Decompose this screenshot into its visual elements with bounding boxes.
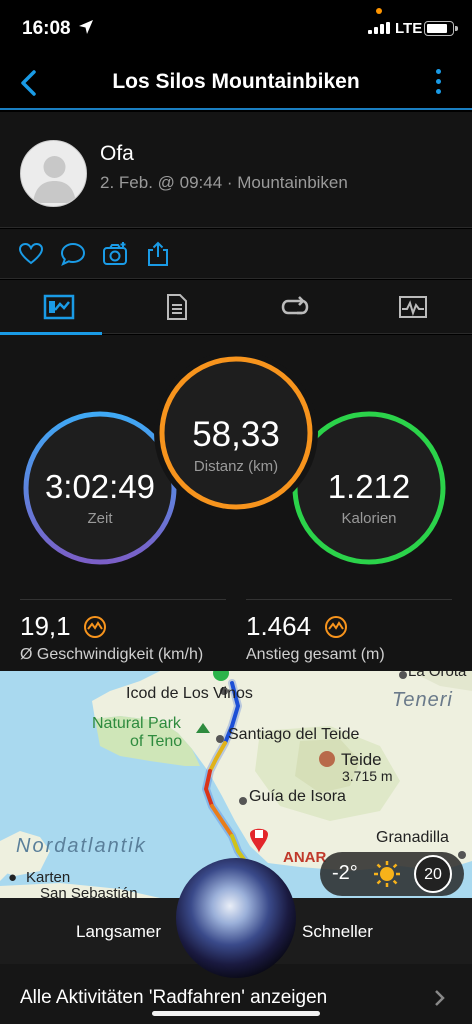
sun-icon — [374, 861, 400, 887]
faster-button[interactable]: Schneller — [302, 922, 373, 942]
time-label: Zeit — [87, 510, 113, 527]
ascent-value: 1.464 — [246, 611, 312, 641]
user-silhouette-icon — [33, 156, 76, 203]
tab-overview[interactable] — [0, 280, 118, 335]
time-value: 3:02:49 — [44, 468, 156, 505]
avg-speed-value: 19,1 — [20, 611, 71, 641]
ascent-stat: 1.464 Anstieg gesamt (m) — [246, 611, 385, 664]
tab-laps[interactable] — [236, 280, 354, 334]
stats-panel: 3:02:49 Zeit 58,33 Distanz (km) 1.212 Ka… — [0, 335, 472, 671]
distance-stat: 58,33 Distanz (km) — [162, 359, 310, 507]
comment-bubble-icon[interactable] — [60, 241, 86, 267]
page-title: Los Silos Mountainbiken — [112, 70, 360, 93]
distance-value: 58,33 — [192, 415, 280, 454]
map-label-granadilla: Granadilla — [376, 829, 449, 846]
performance-badge-icon — [84, 615, 107, 638]
status-time: 16:08 — [22, 18, 71, 39]
time-stat: 3:02:49 Zeit — [26, 414, 174, 562]
home-indicator[interactable] — [152, 1011, 320, 1016]
status-bar: 16:08 LTE — [0, 0, 472, 56]
map-label-santiago: Santiago del Teide — [228, 726, 360, 743]
overview-chart-icon — [43, 294, 75, 320]
like-heart-icon[interactable] — [18, 241, 44, 267]
back-arrow-icon[interactable] — [14, 68, 46, 98]
weather-widget: -2° 20 — [320, 852, 464, 896]
divider — [20, 599, 226, 600]
battery-icon — [424, 21, 458, 36]
map-label-orotava: La Orota — [408, 671, 467, 680]
nav-bar: Los Silos Mountainbiken — [0, 56, 472, 110]
network-type: LTE — [395, 20, 423, 37]
add-photo-camera-icon[interactable] — [102, 241, 128, 267]
map-label-natural-park: Natural Park — [92, 715, 181, 732]
more-menu-icon[interactable] — [434, 69, 442, 97]
avg-speed-label: Ø Geschwindigkeit (km/h) — [20, 646, 204, 663]
calories-value: 1.212 — [327, 468, 411, 505]
tab-details[interactable] — [118, 280, 236, 334]
map-label-teide-height: 3.715 m — [342, 768, 393, 784]
air-quality-value: 20 — [424, 866, 442, 883]
heart-rate-chart-icon — [399, 296, 427, 318]
avatar[interactable] — [20, 140, 87, 207]
action-bar — [0, 229, 472, 279]
calories-label: Kalorien — [341, 510, 397, 527]
signal-icon — [368, 22, 390, 34]
ascent-label: Anstieg gesamt (m) — [246, 646, 385, 663]
avg-speed-stat: 19,1 Ø Geschwindigkeit (km/h) — [20, 611, 203, 664]
tab-charts[interactable] — [354, 280, 472, 334]
activity-meta: 2. Feb. @ 09:44 · Mountainbiken — [100, 173, 348, 192]
map-label-icod: Icod de Los Vinos — [126, 685, 253, 702]
location-arrow-icon — [79, 20, 93, 34]
siri-orb-icon[interactable] — [176, 858, 296, 978]
bottom-panel: Langsamer Schneller Alle Aktivitäten 'Ra… — [0, 858, 472, 1024]
air-quality-badge: 20 — [414, 855, 452, 893]
tab-bar — [0, 280, 472, 335]
recording-dot-icon — [376, 8, 382, 14]
user-name[interactable]: Ofa — [100, 142, 134, 166]
distance-label: Distanz (km) — [193, 458, 279, 475]
activity-header: Ofa 2. Feb. @ 09:44 · Mountainbiken — [0, 112, 472, 228]
divider — [246, 599, 452, 600]
all-activities-label: Alle Aktivitäten 'Radfahren' anzeigen — [20, 987, 328, 1008]
laps-loop-icon — [281, 296, 309, 315]
map-label-ocean: Nordatlantik — [16, 835, 147, 857]
map-label-san-sebastian: San Sebastián — [40, 885, 138, 898]
document-list-icon — [167, 294, 187, 320]
map-label-town: ANAR — [283, 849, 327, 866]
share-icon[interactable] — [145, 241, 171, 267]
calories-stat: 1.212 Kalorien — [295, 414, 443, 562]
slower-button[interactable]: Langsamer — [76, 922, 161, 942]
map-label-teide: Teide — [341, 750, 382, 769]
map-label-island: Teneri — [392, 689, 453, 711]
map-label-karten: Karten — [26, 869, 71, 886]
map-label-of-teno: of Teno — [130, 733, 183, 750]
weather-temp: -2° — [332, 862, 358, 884]
performance-badge-icon — [324, 615, 347, 638]
chevron-right-icon — [435, 990, 445, 1006]
apple-logo-icon: ● — [8, 869, 18, 886]
map-label-guia: Guía de Isora — [249, 788, 346, 805]
